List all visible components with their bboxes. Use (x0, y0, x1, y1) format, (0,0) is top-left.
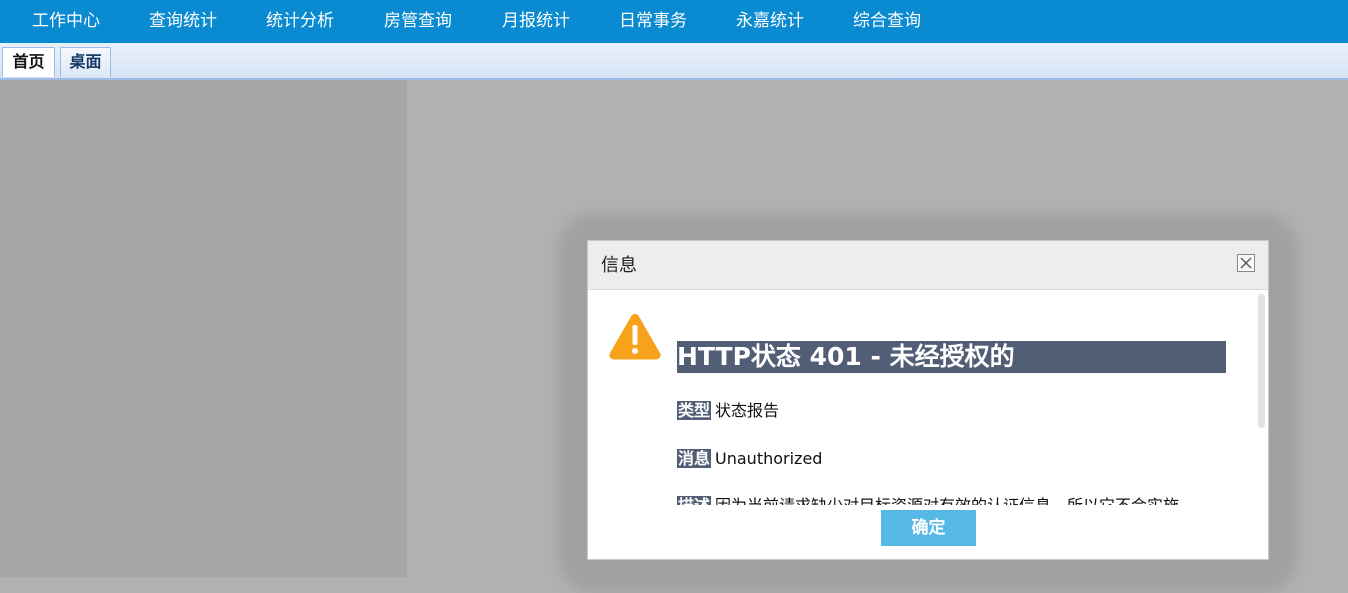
left-panel (0, 80, 407, 577)
description-row: 描述因为当前请求缺少对目标资源对有效的认证信息，所以它不会实施 (677, 495, 1179, 505)
nav-item-yongjia-stats[interactable]: 永嘉统计 (736, 0, 804, 43)
nav-item-monthly-report[interactable]: 月报统计 (502, 0, 570, 43)
info-dialog: 信息 HTTP状态 401 - 未经授权的 类型 状态报告 消息 Unauthori… (587, 240, 1269, 560)
type-value: 状态报告 (715, 401, 780, 420)
tab-bar: 首页 桌面 (0, 43, 1348, 80)
description-value: 因为当前请求缺少对目标资源对有效的认证信息，所以它不会实施 (715, 496, 1179, 505)
dialog-title: 信息 (601, 255, 637, 276)
nav-item-work-center[interactable]: 工作中心 (32, 0, 100, 43)
type-row: 类型 状态报告 (677, 400, 779, 422)
description-label: 描述 (677, 496, 712, 505)
error-title: HTTP状态 401 - 未经授权的 (677, 341, 1226, 373)
top-navigation: 工作中心 查询统计 统计分析 房管查询 月报统计 日常事务 永嘉统计 综合查询 (0, 0, 1348, 43)
tab-desktop[interactable]: 桌面 (60, 47, 111, 77)
nav-item-housing-query[interactable]: 房管查询 (384, 0, 452, 43)
nav-item-comprehensive-query[interactable]: 综合查询 (853, 0, 921, 43)
nav-item-query-stats[interactable]: 查询统计 (149, 0, 217, 43)
nav-item-stats-analysis[interactable]: 统计分析 (266, 0, 334, 43)
ok-button[interactable]: 确定 (881, 510, 976, 546)
type-label: 类型 (677, 401, 712, 420)
message-label: 消息 (677, 449, 712, 468)
dialog-header: 信息 (588, 241, 1268, 290)
close-icon[interactable] (1237, 254, 1255, 272)
tab-home[interactable]: 首页 (2, 47, 55, 77)
message-value: Unauthorized (715, 449, 823, 468)
message-row: 消息 Unauthorized (677, 448, 822, 470)
dialog-scrollbar[interactable] (1258, 294, 1265, 428)
dialog-body: HTTP状态 401 - 未经授权的 类型 状态报告 消息 Unauthorized… (588, 290, 1268, 505)
nav-item-daily-affairs[interactable]: 日常事务 (619, 0, 687, 43)
warning-icon (608, 312, 662, 364)
